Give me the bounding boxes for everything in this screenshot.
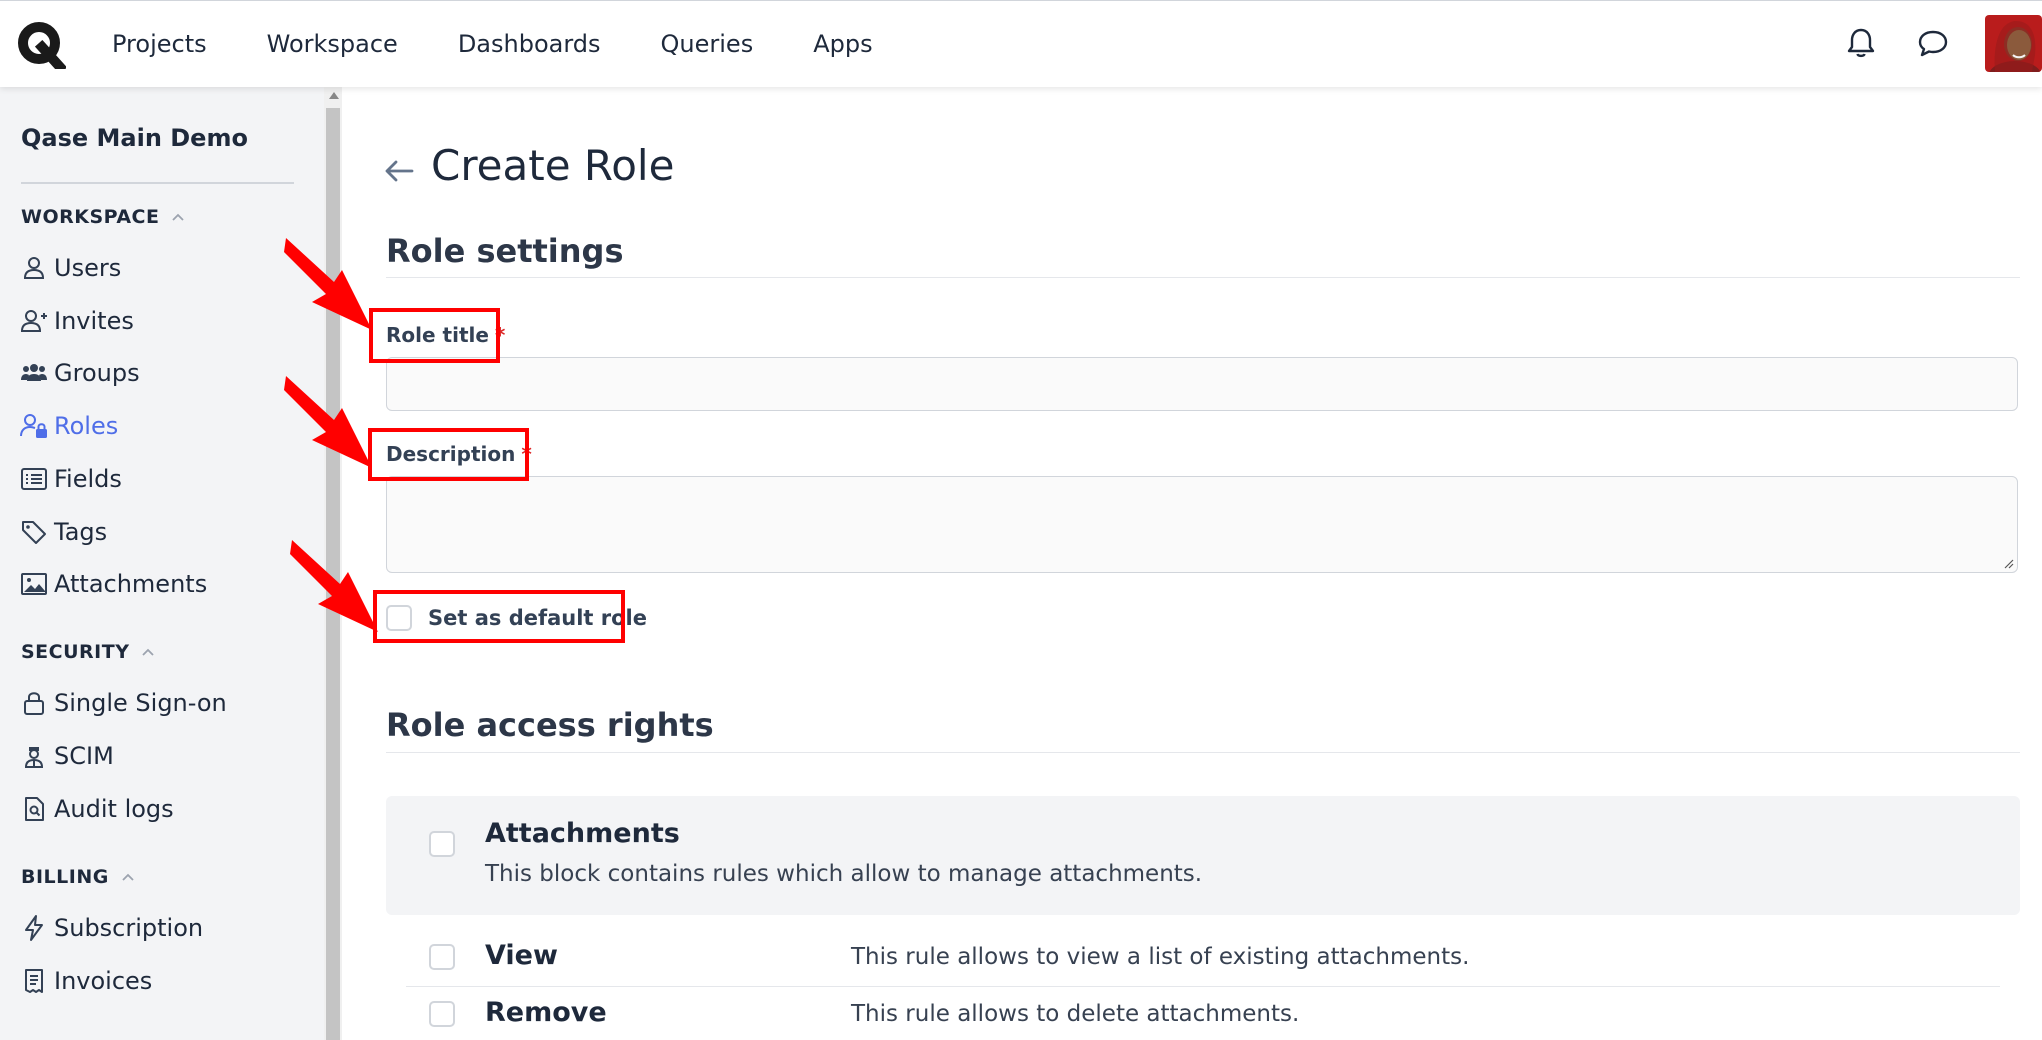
sidebar <box>0 86 324 1040</box>
sidebar-item-label: Invites <box>54 307 134 335</box>
default-role-checkbox[interactable] <box>386 605 412 631</box>
nav-dashboards[interactable]: Dashboards <box>458 30 601 58</box>
view-rule-name: View <box>485 940 558 971</box>
bell-icon[interactable] <box>1843 25 1879 61</box>
sidebar-item-label: Single Sign-on <box>54 689 227 717</box>
attachments-block <box>386 796 2020 915</box>
sidebar-item-groups[interactable]: Groups <box>20 353 140 393</box>
section-header-workspace[interactable]: WORKSPACE <box>21 206 185 228</box>
remove-rule-name: Remove <box>485 997 607 1028</box>
description-textarea[interactable] <box>386 476 2018 573</box>
file-search-icon <box>25 797 44 821</box>
user-plus-icon <box>20 310 47 332</box>
chevron-up-icon <box>142 648 155 656</box>
main-nav: Projects Workspace Dashboards Queries Ap… <box>88 1 903 87</box>
sidebar-item-label: Roles <box>54 412 119 440</box>
sidebar-scrollbar-thumb[interactable] <box>326 108 340 1040</box>
user-lock-icon <box>20 414 47 438</box>
tags-icon <box>22 521 46 544</box>
image-icon <box>21 573 47 595</box>
section-title: SECURITY <box>21 641 130 663</box>
sidebar-item-subscription[interactable]: Subscription <box>20 908 203 948</box>
role-title-input[interactable] <box>386 357 2018 411</box>
chevron-up-icon <box>122 873 134 881</box>
sidebar-item-label: Groups <box>54 359 140 387</box>
sidebar-item-users[interactable]: Users <box>20 248 121 288</box>
default-role-label[interactable]: Set as default role <box>428 606 647 630</box>
sidebar-item-label: Invoices <box>54 967 153 995</box>
sidebar-item-tags[interactable]: Tags <box>20 512 107 552</box>
nav-projects[interactable]: Projects <box>112 30 207 58</box>
section-header-billing[interactable]: BILLING <box>21 866 135 888</box>
sidebar-item-audit-logs[interactable]: Audit logs <box>20 789 174 829</box>
project-name: Qase Main Demo <box>21 124 248 152</box>
avatar[interactable] <box>1985 15 2042 72</box>
nav-workspace[interactable]: Workspace <box>267 30 398 58</box>
nav-apps[interactable]: Apps <box>813 30 872 58</box>
role-access-rights-heading: Role access rights <box>386 706 714 744</box>
section-title: WORKSPACE <box>21 206 160 228</box>
description-label: Description * <box>386 442 532 466</box>
label-text: Description <box>386 442 516 466</box>
bolt-icon <box>25 915 43 941</box>
role-settings-heading: Role settings <box>386 232 624 270</box>
sidebar-divider <box>21 182 294 184</box>
sidebar-item-label: Audit logs <box>54 795 174 823</box>
sidebar-item-label: SCIM <box>54 742 114 770</box>
section-header-security[interactable]: SECURITY <box>21 641 155 663</box>
top-navbar: Projects Workspace Dashboards Queries Ap… <box>0 0 2042 87</box>
view-rule-checkbox[interactable] <box>429 944 455 970</box>
receipt-icon <box>25 969 43 993</box>
divider <box>386 277 2020 278</box>
sidebar-item-scim[interactable]: SCIM <box>20 736 114 776</box>
section-title: BILLING <box>21 866 109 888</box>
required-mark: * <box>521 442 532 466</box>
chevron-up-icon <box>172 213 185 221</box>
sidebar-item-single-sign-on[interactable]: Single Sign-on <box>20 683 227 723</box>
attachments-block-title: Attachments <box>485 818 680 849</box>
remove-rule-checkbox[interactable] <box>429 1001 455 1027</box>
logo-icon[interactable] <box>16 21 66 69</box>
role-title-label: Role title * <box>386 323 505 347</box>
sidebar-item-label: Tags <box>54 518 108 546</box>
rule-divider <box>406 986 2000 987</box>
page-title: Create Role <box>431 141 675 190</box>
sidebar-item-fields[interactable]: Fields <box>20 459 122 499</box>
view-rule-description: This rule allows to view a list of exist… <box>851 944 1470 970</box>
attachments-block-description: This block contains rules which allow to… <box>485 861 1203 887</box>
sidebar-item-label: Subscription <box>54 914 204 942</box>
users-icon <box>21 364 47 381</box>
divider <box>386 752 2020 753</box>
scroll-up-arrow-icon[interactable] <box>329 92 339 99</box>
back-arrow-icon[interactable] <box>382 154 416 188</box>
sidebar-item-roles[interactable]: Roles <box>20 406 118 446</box>
label-text: Role title <box>386 323 489 347</box>
chat-icon[interactable] <box>1915 25 1951 61</box>
list-icon <box>21 468 47 490</box>
remove-rule-description: This rule allows to delete attachments. <box>851 1001 1300 1027</box>
user-tie-icon <box>24 747 44 768</box>
required-mark: * <box>494 323 506 347</box>
sidebar-item-invoices[interactable]: Invoices <box>20 961 152 1001</box>
sidebar-item-invites[interactable]: Invites <box>20 301 134 341</box>
nav-queries[interactable]: Queries <box>661 30 754 58</box>
attachments-block-checkbox[interactable] <box>429 831 455 857</box>
user-icon <box>23 257 45 279</box>
sidebar-item-label: Fields <box>54 465 122 493</box>
sidebar-item-label: Attachments <box>54 570 208 598</box>
sidebar-item-label: Users <box>54 254 122 282</box>
lock-icon <box>24 692 44 715</box>
resize-grip-icon[interactable] <box>2002 557 2014 569</box>
sidebar-item-attachments[interactable]: Attachments <box>20 564 207 604</box>
